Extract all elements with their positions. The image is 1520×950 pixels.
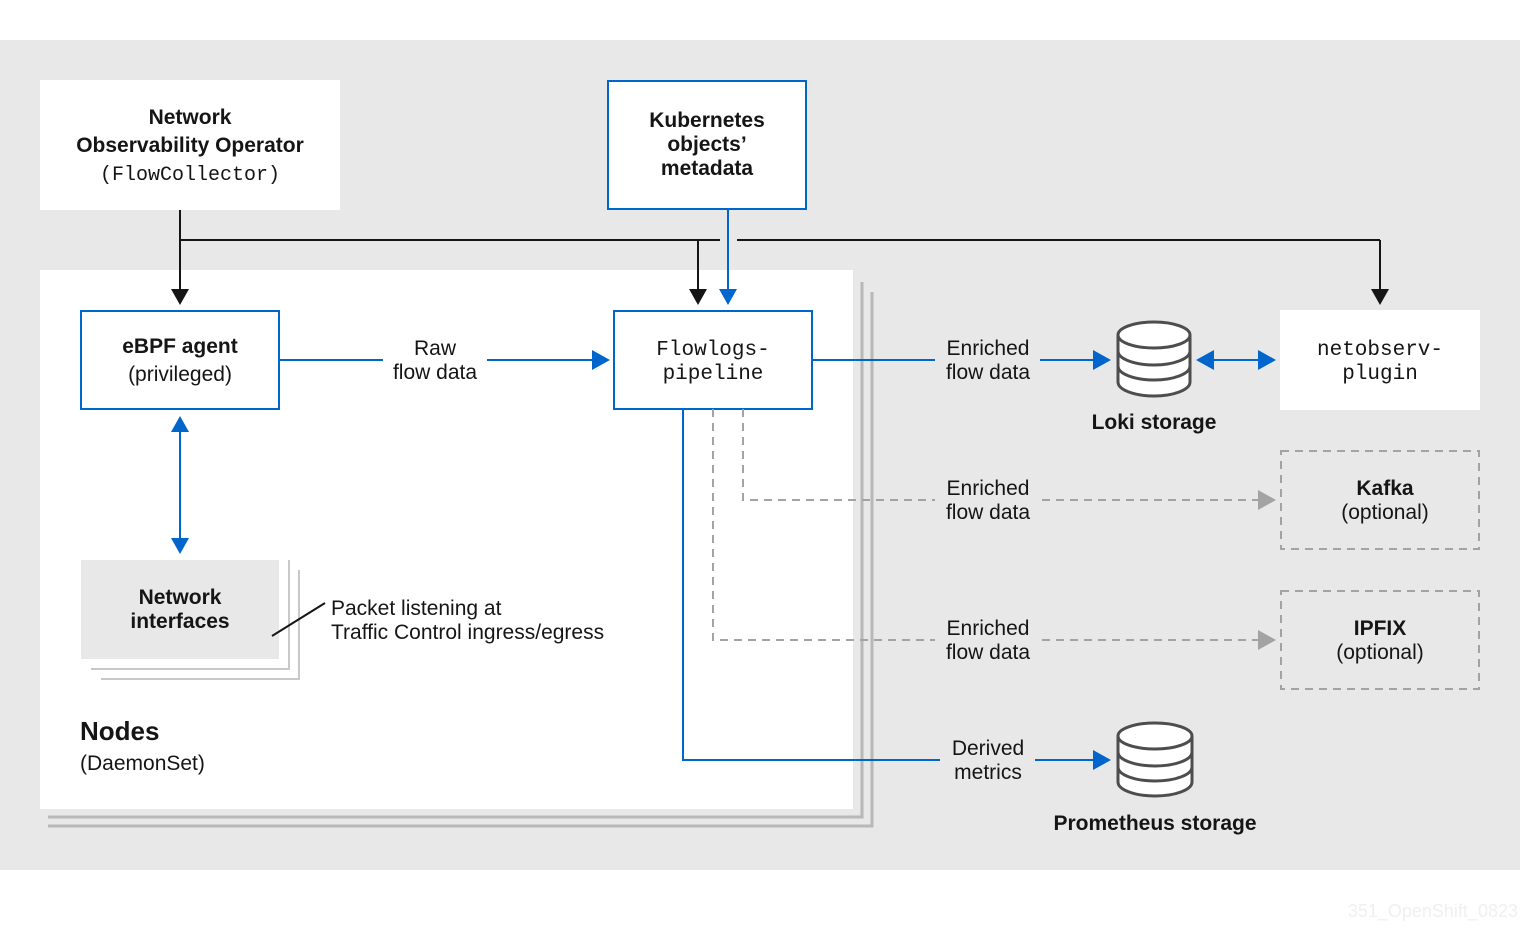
nodes-group-subtitle: (DaemonSet) <box>80 752 205 775</box>
ipfix-subtitle: (optional) <box>1336 641 1424 664</box>
operator-title-line2: Observability Operator <box>76 134 304 157</box>
kafka-title: Kafka <box>1356 477 1414 500</box>
network-interfaces-line1: Network <box>139 586 222 609</box>
ebpf-agent-subtitle: (privileged) <box>128 363 232 386</box>
ipfix-title: IPFIX <box>1354 617 1407 640</box>
k8s-metadata-line1: Kubernetes <box>649 109 765 132</box>
ebpf-agent-node[interactable]: eBPF agent (privileged) <box>80 310 280 410</box>
loki-storage-label: Loki storage <box>1092 411 1217 434</box>
packet-note-line1: Packet listening at <box>331 597 502 620</box>
ipfix-edge-label-line2: flow data <box>946 641 1030 664</box>
loki-edge-label-line1: Enriched <box>947 337 1030 360</box>
metrics-edge-label-line2: metrics <box>954 761 1022 784</box>
architecture-diagram: Network Observability Operator (FlowColl… <box>0 40 1520 922</box>
nodes-group-title: Nodes <box>80 716 159 746</box>
k8s-metadata-line2: objects’ <box>667 133 746 156</box>
flowlogs-pipeline-node[interactable]: Flowlogs- pipeline <box>613 310 813 410</box>
kafka-subtitle: (optional) <box>1341 501 1429 524</box>
kafka-edge-label-line1: Enriched <box>947 477 1030 500</box>
network-interfaces-node[interactable]: Network interfaces <box>81 560 279 659</box>
flowlogs-pipeline-line2: pipeline <box>663 363 764 386</box>
loki-edge-label-line2: flow data <box>946 361 1030 384</box>
plugin-line1: netobserv- <box>1317 339 1443 362</box>
netobserv-plugin-node[interactable]: netobserv- plugin <box>1280 310 1480 410</box>
operator-node[interactable]: Network Observability Operator (FlowColl… <box>40 80 340 210</box>
flowlogs-pipeline-line1: Flowlogs- <box>656 339 769 362</box>
operator-title-line1: Network <box>149 106 232 129</box>
metrics-edge-label-line1: Derived <box>952 737 1024 760</box>
raw-flow-label-line1: Raw <box>414 337 457 360</box>
ipfix-edge-label-line1: Enriched <box>947 617 1030 640</box>
k8s-metadata-line3: metadata <box>661 157 754 180</box>
prometheus-database-icon <box>1116 721 1194 798</box>
ebpf-agent-title: eBPF agent <box>122 335 238 358</box>
packet-note-line2: Traffic Control ingress/egress <box>331 621 604 644</box>
kafka-edge-label-line2: flow data <box>946 501 1030 524</box>
k8s-metadata-node[interactable]: Kubernetes objects’ metadata <box>607 80 807 210</box>
prometheus-storage-label: Prometheus storage <box>1053 812 1256 835</box>
raw-flow-label-line2: flow data <box>393 361 477 384</box>
network-interfaces-line2: interfaces <box>130 610 229 633</box>
loki-database-icon <box>1116 320 1192 398</box>
plugin-line2: plugin <box>1342 363 1418 386</box>
operator-crd-label: (FlowCollector) <box>100 164 280 187</box>
figure-id-watermark: 351_OpenShift_0823 <box>1348 901 1518 922</box>
